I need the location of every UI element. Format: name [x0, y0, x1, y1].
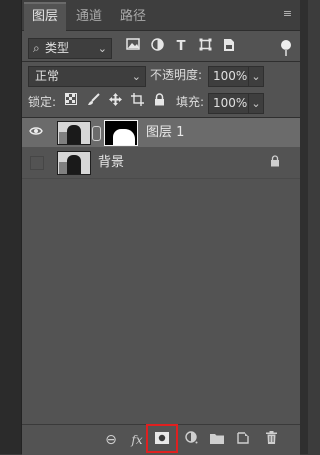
layer-thumbnail: [57, 151, 91, 175]
blend-mode-select[interactable]: 正常 ⌄: [28, 66, 146, 87]
panel-menu-icon[interactable]: ≡: [281, 8, 294, 20]
lock-transparent-pixels-icon[interactable]: [62, 93, 80, 111]
layer-filter-select[interactable]: ⌕ 类型 ⌄: [28, 38, 112, 59]
fill-value: 100%: [213, 96, 248, 110]
lock-icon: [268, 155, 282, 169]
tab-layers[interactable]: 图层: [24, 2, 67, 32]
type-filter-icon[interactable]: T: [172, 38, 190, 56]
right-dock-strip: [300, 0, 308, 454]
blend-mode-value: 正常: [35, 69, 60, 83]
chevron-down-icon: ⌄: [97, 42, 107, 55]
opacity-input[interactable]: 100% ⌄: [208, 66, 264, 87]
tab-paths[interactable]: 路径: [112, 4, 154, 30]
eye-icon[interactable]: [28, 124, 44, 140]
trash-icon[interactable]: [262, 431, 280, 449]
smart-object-filter-icon[interactable]: [220, 38, 238, 56]
panel-tab-bar: 图层 通道 路径 ≡: [22, 0, 300, 32]
left-dock-strip: [0, 0, 22, 454]
lock-all-icon[interactable]: [150, 93, 168, 111]
divider: [22, 178, 300, 179]
layer-thumbnail: [57, 121, 91, 145]
lock-position-move-icon[interactable]: [106, 93, 124, 111]
layer-name: 图层 1: [146, 125, 185, 140]
fx-layer-style-icon[interactable]: fx: [128, 431, 146, 449]
shape-filter-icon[interactable]: [196, 38, 214, 56]
image-filter-icon[interactable]: [124, 38, 142, 56]
layer-name: 背景: [98, 155, 125, 170]
lock-image-pixels-brush-icon[interactable]: [84, 93, 102, 111]
new-adjustment-layer-icon[interactable]: [182, 431, 200, 449]
opacity-label: 不透明度:: [150, 68, 203, 82]
chevron-down-icon[interactable]: ⌄: [248, 67, 263, 86]
layer-mask-thumbnail[interactable]: [104, 120, 138, 146]
add-layer-mask-icon[interactable]: [153, 431, 171, 449]
lock-artboard-icon[interactable]: [128, 93, 146, 111]
mask-link-icon[interactable]: [92, 126, 101, 141]
opacity-value: 100%: [213, 69, 248, 83]
visibility-toggle-empty[interactable]: [30, 156, 44, 170]
new-layer-icon[interactable]: [234, 431, 252, 449]
lock-label: 锁定:: [28, 95, 57, 109]
divider: [22, 61, 300, 62]
layer-row-layer1[interactable]: 图层 1: [22, 118, 300, 147]
chevron-down-icon[interactable]: ⌄: [248, 94, 263, 113]
adjustment-filter-icon[interactable]: [148, 38, 166, 56]
filter-kind-label: 类型: [45, 41, 70, 55]
filter-toggle-stem: [285, 49, 287, 56]
chevron-down-icon: ⌄: [131, 70, 141, 83]
tab-channels[interactable]: 通道: [68, 4, 110, 30]
layers-bottom-toolbar: ⊖ fx: [22, 424, 300, 455]
new-group-folder-icon[interactable]: [208, 431, 226, 449]
search-icon: ⌕: [33, 41, 40, 55]
link-layers-icon[interactable]: ⊖: [102, 431, 120, 449]
fill-input[interactable]: 100% ⌄: [208, 93, 264, 114]
fill-label: 填充:: [176, 95, 205, 109]
layer-row-background[interactable]: 背景: [22, 148, 300, 177]
layers-panel: 图层 通道 路径 ≡ ⌕ 类型 ⌄ T 正常 ⌄ 不透明度: 100% ⌄ 锁定…: [22, 0, 300, 455]
